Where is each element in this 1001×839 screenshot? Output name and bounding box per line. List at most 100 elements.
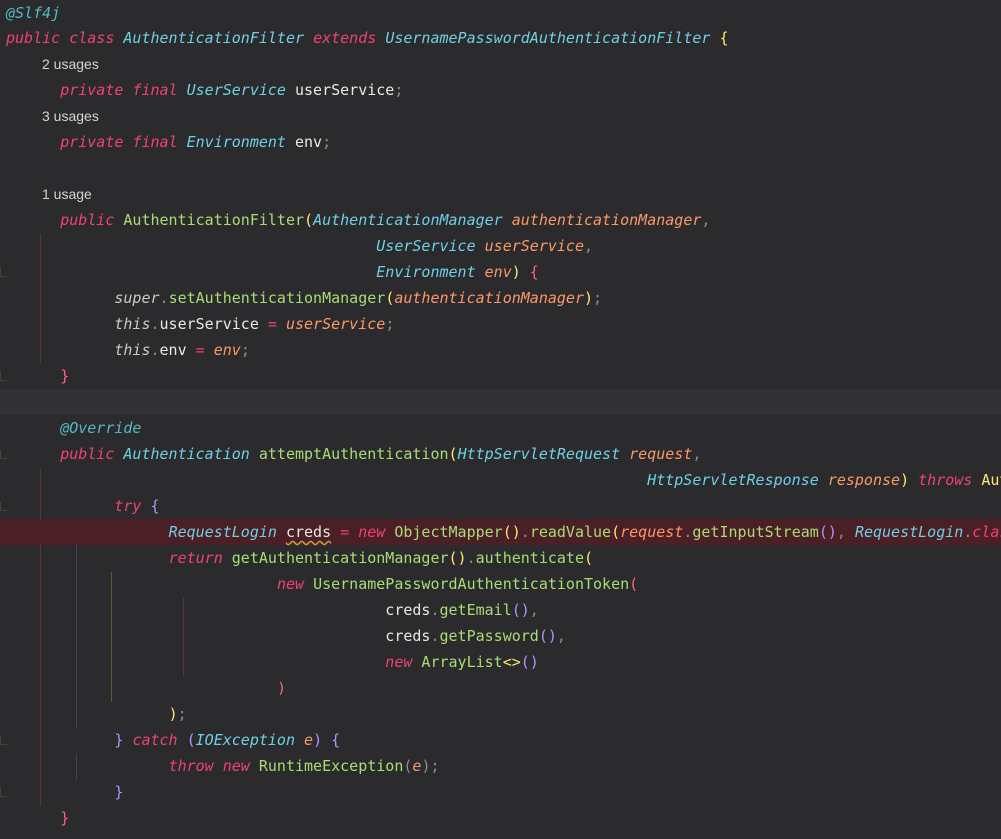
paren: ) [511,263,521,281]
keyword: return [168,549,223,567]
code-line[interactable]: ); [0,701,1001,727]
punctuation: . [520,523,530,541]
code-line[interactable]: this.env = env; [0,337,1001,363]
constructor-name: AuthenticationFilter [123,211,305,229]
method-call: getEmail [439,601,512,619]
code-line[interactable]: private final Environment env; [0,129,1001,155]
class-instantiation: UsernamePasswordAuthenticationToken [313,575,630,593]
code-line[interactable]: public AuthenticationFilter(Authenticati… [0,207,1001,233]
annotation: @Override [60,419,142,437]
method-call: getPassword [439,627,539,645]
code-line[interactable]: creds.getEmail(), [0,597,1001,623]
punctuation: ; [430,757,440,775]
brace: { [331,731,341,749]
field-name: env [295,133,323,151]
diamond-operator: <> [502,653,521,671]
parameter: authenticationManager [394,289,584,307]
code-line[interactable]: UserService userService, [0,233,1001,259]
method-call: setAuthenticationManager [168,289,386,307]
operator: = [267,315,277,333]
brace: { [529,263,539,281]
method-call: getInputStream [692,523,819,541]
paren: ( [448,445,458,463]
code-line[interactable]: @Override [0,415,1001,441]
parameter: request [629,445,693,463]
paren: ( [186,731,196,749]
usages-hint[interactable]: 1 usage [42,181,92,207]
type-name: AuthenticationException [981,471,1001,489]
parameter: e [304,731,314,749]
paren: ) [584,289,594,307]
annotation: @Slf4j [6,4,61,22]
current-line-highlight[interactable] [0,389,1001,415]
code-line[interactable]: } [0,779,1001,805]
paren: ) [276,679,286,697]
punctuation: , [529,601,539,619]
code-line[interactable]: ) [0,675,1001,701]
keyword: class [69,29,115,47]
class-instantiation: RuntimeException [258,757,404,775]
usages-hint[interactable]: 2 usages [42,51,99,77]
punctuation: ; [322,133,332,151]
code-line[interactable]: return getAuthenticationManager().authen… [0,545,1001,571]
field-name: userService [159,315,259,333]
code-line[interactable]: } catch (IOException e) { [0,727,1001,753]
code-line[interactable]: private final UserService userService; [0,77,1001,103]
punctuation: ; [394,81,404,99]
type-name: IOException [195,731,295,749]
inlay-hint-row: 1 usage [0,181,1001,207]
type-name: RequestLogin [168,523,277,541]
type-name: AuthenticationManager [313,211,503,229]
code-line[interactable]: try { [0,493,1001,519]
parameter: userService [285,315,386,333]
error-line[interactable]: RequestLogin creds = new ObjectMapper().… [0,519,1001,545]
code-line[interactable]: throw new RuntimeException(e); [0,753,1001,779]
type-name: UserService [376,237,476,255]
paren: () [448,549,467,567]
keyword: public [60,211,115,229]
type-name: UsernamePasswordAuthenticationFilter [385,29,711,47]
punctuation: ; [177,705,187,723]
code-line[interactable]: } [0,805,1001,831]
keyword: class [972,523,1001,541]
paren: ) [168,705,178,723]
code-line[interactable]: new ArrayList<>() [0,649,1001,675]
usages-hint[interactable]: 3 usages [42,103,99,129]
code-line[interactable]: Environment env) { [0,259,1001,285]
brace: } [60,367,70,385]
punctuation: , [583,237,594,255]
inlay-hint-row: 3 usages [0,103,1001,129]
parameter: userService [484,237,584,255]
paren: () [511,601,530,619]
class-instantiation: ObjectMapper [394,523,503,541]
code-line[interactable]: } [0,363,1001,389]
parameter: env [213,341,241,359]
keyword-super: super [114,289,160,307]
code-line[interactable]: public class AuthenticationFilter extend… [0,25,1001,51]
method-call: getAuthenticationManager [231,549,449,567]
punctuation: ; [385,315,395,333]
code-line[interactable]: super.setAuthenticationManager(authentic… [0,285,1001,311]
field-name: userService [295,81,395,99]
paren: ( [304,211,314,229]
keyword: public [6,29,61,47]
method-call: readValue [529,523,612,541]
type-name: UserService [186,81,286,99]
variable-with-warning[interactable]: creds [286,523,331,541]
brace: { [719,29,729,47]
operator: = [340,523,350,541]
code-editor[interactable]: @Slf4j public class AuthenticationFilter… [0,0,1001,839]
code-line[interactable]: this.userService = userService; [0,311,1001,337]
method-call: authenticate [475,549,584,567]
code-line[interactable]: new UsernamePasswordAuthenticationToken( [0,571,1001,597]
code-line[interactable]: public Authentication attemptAuthenticat… [0,441,1001,467]
punctuation: . [150,315,160,333]
keyword: final [132,133,178,151]
variable: creds [385,627,431,645]
field-name: env [159,341,187,359]
code-line[interactable]: @Slf4j [0,0,1001,26]
code-line[interactable]: creds.getPassword(), [0,623,1001,649]
punctuation: . [159,289,169,307]
code-line[interactable]: HttpServletResponse response) throws Aut… [0,467,1001,493]
punctuation: . [963,523,973,541]
